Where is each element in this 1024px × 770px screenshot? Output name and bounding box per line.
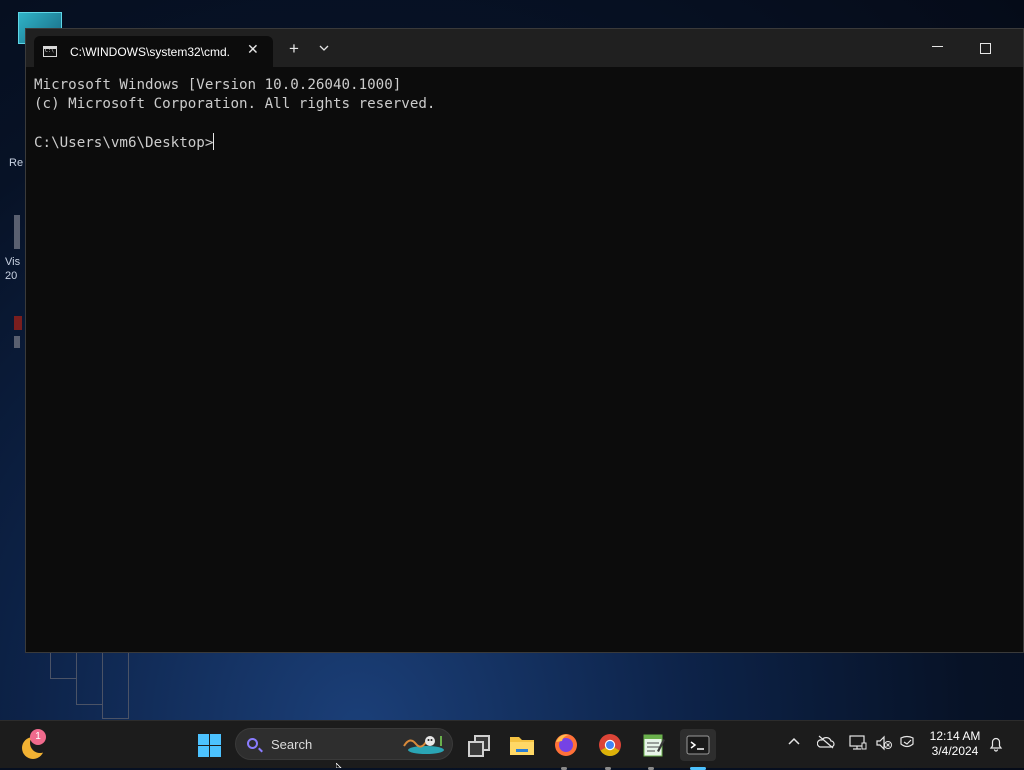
terminal-window[interactable]: C:\ C:\WINDOWS\system32\cmd. ✕ + Microso… [25,28,1024,653]
desktop-icon[interactable] [14,316,22,330]
console-line: (c) Microsoft Corporation. All rights re… [34,96,436,112]
desktop-icon-label: 20 [5,270,18,282]
clock-time: 12:14 AM [929,729,981,743]
folder-icon [510,737,534,755]
firefox-button[interactable] [550,729,582,770]
minimize-button[interactable] [932,46,943,47]
chrome-icon [599,734,621,756]
background-window-edge [76,652,103,705]
task-view-button[interactable] [462,729,494,761]
title-bar[interactable]: C:\ C:\WINDOWS\system32\cmd. ✕ + [26,29,1023,67]
windows-logo-icon [198,734,209,745]
desktop-icon[interactable] [14,215,20,249]
firefox-icon [555,734,577,756]
maximize-button[interactable] [980,43,991,54]
chevron-up-icon[interactable] [787,735,801,749]
taskbar-search-box[interactable]: Search [235,728,453,760]
tab-title: C:\WINDOWS\system32\cmd. [70,45,231,59]
desktop-icon [14,336,20,348]
console-line: Microsoft Windows [Version 10.0.26040.10… [34,77,402,93]
background-window-edge [128,652,155,718]
terminal-icon [686,735,710,755]
notification-badge: 1 [30,729,46,745]
chevron-down-icon[interactable] [319,43,329,53]
search-highlight-illustration-icon [403,736,444,754]
notepad-button[interactable] [637,729,669,770]
desktop-icon-label: Vis [5,256,21,268]
chrome-button[interactable] [594,729,626,770]
clock-date: 3/4/2024 [931,744,979,758]
onedrive-offline-icon[interactable] [817,735,835,749]
console-output: Microsoft Windows [Version 10.0.26040.10… [34,76,435,114]
weather-widget[interactable]: 1 [16,729,50,761]
prompt-text: C:\Users\vm6\Desktop> [34,135,214,151]
command-prompt[interactable]: C:\Users\vm6\Desktop> [34,133,215,153]
notepad-icon [643,734,665,757]
search-label: Search [271,737,313,752]
background-window-edge [102,652,129,719]
start-button[interactable] [194,729,226,761]
desktop-icon-label: Re [9,157,24,169]
taskbar: 1 Search 12:14 AM 3/4/2024 [0,720,1024,770]
text-cursor [213,133,215,150]
new-tab-button[interactable]: + [289,40,299,57]
search-icon [247,738,258,749]
terminal-button[interactable] [680,729,716,770]
volume-muted-icon[interactable] [875,735,893,751]
notification-bell-icon[interactable] [988,736,1004,752]
background-window-edge [50,652,77,679]
system-clock[interactable]: 12:14 AM 3/4/2024 [926,729,984,759]
cmd-icon: C:\ [43,46,57,57]
close-tab-icon[interactable]: ✕ [247,41,259,58]
file-explorer-button[interactable] [506,729,538,761]
tab-cmd[interactable]: C:\ C:\WINDOWS\system32\cmd. ✕ [34,36,273,67]
copilot-icon[interactable] [898,735,916,751]
mouse-cursor-icon [336,763,342,768]
network-icon[interactable] [849,735,867,751]
